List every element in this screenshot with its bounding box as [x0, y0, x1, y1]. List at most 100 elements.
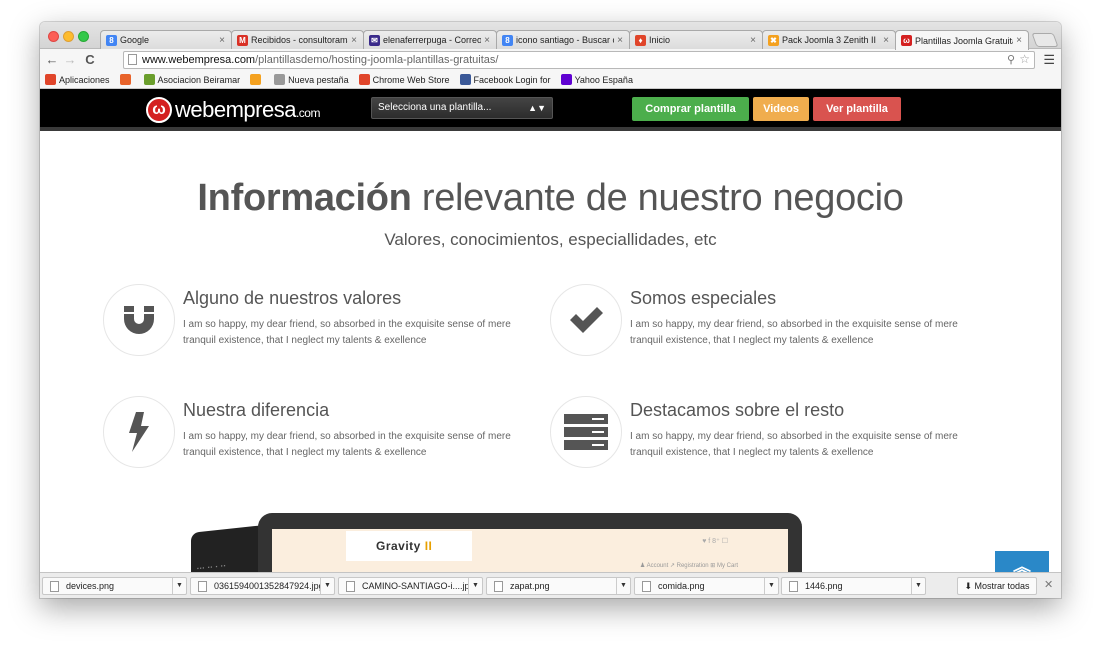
url-path: /plantillasdemo/hosting-joomla-plantilla… [255, 54, 499, 66]
mail-icon: ✉ [369, 34, 380, 46]
download-item[interactable]: 1446.png ▼ [781, 577, 926, 595]
file-icon [50, 580, 59, 592]
close-tab-icon[interactable]: × [351, 35, 357, 46]
preview-account-links: ♟ Account ↗ Registration ⊞ My Cart [639, 563, 738, 569]
file-icon [198, 580, 207, 592]
browser-tab[interactable]: 8 Google × [100, 30, 232, 49]
close-window-button[interactable] [48, 31, 59, 42]
download-filename: comida.png [658, 581, 705, 591]
bookmark-item[interactable]: Asociacion Beiramar [143, 74, 241, 85]
bookmark-label: Chrome Web Store [372, 74, 450, 85]
reload-icon[interactable]: C [82, 52, 98, 67]
hero-title: Información relevante de nuestro negocio [197, 177, 904, 219]
download-filename: zapat.png [510, 581, 550, 591]
bookmark-item[interactable]: Nueva pestaña [274, 74, 349, 85]
template-select[interactable]: Selecciona una plantilla... ▲▼ [371, 97, 553, 119]
bookmark-item[interactable] [119, 74, 134, 85]
browser-tab[interactable]: 8 icono santiago - Buscar c × [496, 30, 630, 49]
close-tab-icon[interactable]: × [750, 35, 756, 46]
download-menu-icon[interactable]: ▼ [764, 578, 778, 594]
feature-stand-out: Destacamos sobre el resto I am so happy,… [550, 396, 990, 476]
tab-title: icono santiago - Buscar c [516, 35, 615, 45]
view-template-button[interactable]: Ver plantilla [813, 97, 901, 121]
play-icon [143, 74, 155, 85]
webempresa-icon: ω [901, 35, 912, 46]
back-arrow-icon[interactable]: ← [44, 52, 60, 67]
close-tab-icon[interactable]: × [617, 35, 623, 46]
server-stack-icon [550, 396, 622, 468]
buy-template-button[interactable]: Comprar plantilla [632, 97, 749, 121]
page-icon [128, 54, 137, 65]
preview-social-icons: ♥ f 8⁺ ☐ [702, 538, 728, 545]
zoom-window-button[interactable] [78, 31, 89, 42]
feature-values: Alguno de nuestros valores I am so happy… [103, 284, 543, 364]
monitor-mockup: Gravity II ♥ f 8⁺ ☐ ♟ Account ↗ Registra… [258, 513, 802, 572]
hero-subtitle: Valores, conocimientos, especiallidades,… [384, 230, 717, 249]
browser-tab[interactable]: ✖ Pack Joomla 3 Zenith II × [762, 30, 896, 49]
bookmark-item[interactable]: Aplicaciones [45, 74, 110, 85]
close-tab-icon[interactable]: × [1016, 35, 1022, 46]
bookmark-star-icon[interactable]: ☆ [1019, 51, 1030, 67]
template-select-label: Selecciona una plantilla... [378, 102, 492, 113]
zoom-icon[interactable]: ⚲ [1007, 52, 1015, 68]
scroll-to-top-button[interactable]: ︽ [995, 551, 1049, 572]
tab-title: Inicio [649, 35, 671, 45]
magnet-icon [103, 284, 175, 356]
download-item[interactable]: 0361594001352847924.jpg ▼ [190, 577, 335, 595]
bookmark-label: Facebook Login for [473, 74, 551, 85]
videos-button[interactable]: Videos [753, 97, 809, 121]
download-filename: 0361594001352847924.jpg [214, 581, 320, 591]
browser-tab[interactable]: ✉ elenaferrerpuga - Correo × [363, 30, 497, 49]
webempresa-logo-icon: ω [146, 97, 172, 123]
preview-brand: Gravity II [346, 531, 472, 561]
lightning-icon [103, 396, 175, 468]
double-chevron-up-icon: ︽ [1013, 557, 1031, 572]
download-menu-icon[interactable]: ▼ [468, 578, 482, 594]
new-tab-button[interactable] [1031, 33, 1059, 47]
download-filename: 1446.png [805, 581, 843, 591]
forward-arrow-icon[interactable]: → [62, 52, 78, 67]
close-tab-icon[interactable]: × [219, 35, 225, 46]
download-item[interactable]: comida.png ▼ [634, 577, 779, 595]
download-menu-icon[interactable]: ▼ [911, 578, 925, 594]
logo-text: webempresa [175, 97, 296, 122]
feature-special: Somos especiales I am so happy, my dear … [550, 284, 990, 364]
download-menu-icon[interactable]: ▼ [616, 578, 630, 594]
feature-description: I am so happy, my dear friend, so absorb… [183, 319, 511, 346]
download-item[interactable]: zapat.png ▼ [486, 577, 631, 595]
tab-title: Google [120, 35, 150, 45]
chrome-store-icon [358, 74, 370, 85]
download-menu-icon[interactable]: ▼ [320, 578, 334, 594]
bookmark-label: Asociacion Beiramar [157, 74, 241, 85]
close-tab-icon[interactable]: × [484, 35, 490, 46]
download-menu-icon[interactable]: ▼ [172, 578, 186, 594]
facebook-icon [459, 74, 471, 85]
browser-tab[interactable]: M Recibidos - consultorama × [231, 30, 364, 49]
show-all-downloads-button[interactable]: ⬇ Mostrar todas [957, 577, 1037, 595]
browser-tab[interactable]: ♦ Inicio × [629, 30, 763, 49]
file-icon [346, 580, 355, 592]
menu-icon[interactable]: ☰ [1043, 52, 1055, 68]
yahoo-icon [560, 74, 572, 85]
close-shelf-icon[interactable]: ✕ [1044, 578, 1053, 591]
url-host: www.webempresa.com [142, 54, 256, 66]
minimize-window-button[interactable] [63, 31, 74, 42]
close-tab-icon[interactable]: × [883, 35, 889, 46]
bookmark-item[interactable]: Yahoo España [560, 74, 633, 85]
bookmark-item[interactable] [250, 74, 264, 85]
download-item[interactable]: CAMINO-SANTIAGO-i....jpg ▼ [338, 577, 483, 595]
template-preview: Gravity II ♥ f 8⁺ ☐ ♟ Account ↗ Registra… [272, 529, 788, 572]
bookmark-item[interactable]: Chrome Web Store [358, 74, 450, 85]
site-logo[interactable]: ω webempresa.com [146, 97, 320, 123]
feature-title: Alguno de nuestros valores [183, 288, 402, 308]
toolbar: ← → C www.webempresa.com/plantillasdemo/… [40, 49, 1061, 71]
download-item[interactable]: devices.png ▼ [42, 577, 187, 595]
address-bar[interactable]: www.webempresa.com/plantillasdemo/hostin… [123, 51, 1035, 69]
tab-title: Plantillas Joomla Gratuita [915, 35, 1014, 46]
browser-window: 8 Google × M Recibidos - consultorama × ✉ elena… [40, 22, 1061, 598]
feature-title: Somos especiales [630, 288, 777, 308]
tablet-mockup: ▪▪▪ ▪▪ ▪ ▪▪ [191, 525, 263, 572]
download-shelf: devices.png ▼ 0361594001352847924.jpg ▼ CAMI… [40, 572, 1061, 598]
browser-tab[interactable]: ω Plantillas Joomla Gratuita × [895, 30, 1029, 50]
bookmark-item[interactable]: Facebook Login for [459, 74, 551, 85]
